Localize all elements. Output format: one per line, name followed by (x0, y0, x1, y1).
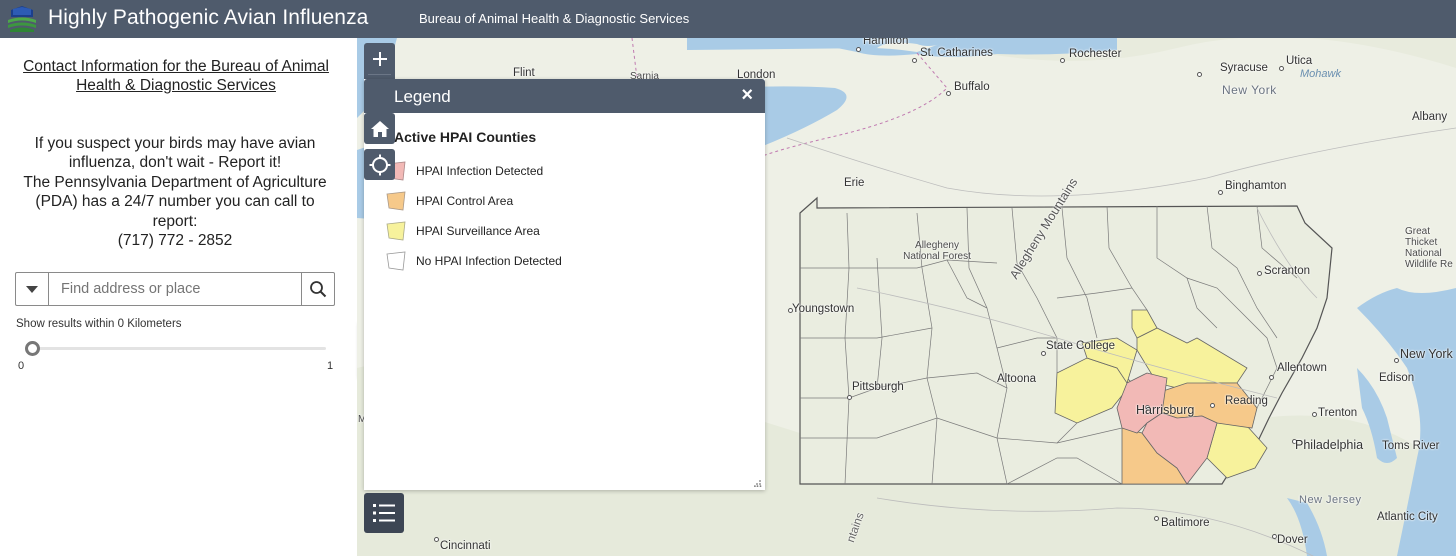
map-label-youngstown: Youngstown (792, 303, 855, 315)
search-input[interactable] (50, 273, 302, 305)
slider-max-label: 1 (327, 360, 334, 372)
report-instructions: If you suspect your birds may have avian… (14, 134, 336, 250)
city-dot (1269, 375, 1274, 380)
map-label-atlantic-city: Atlantic City (1377, 511, 1438, 523)
map-label-edison: Edison (1379, 372, 1415, 384)
map-label-altoona: Altoona (997, 373, 1037, 385)
search-radius-slider-handle[interactable] (25, 341, 40, 356)
legend-panel: Legend × Active HPAI Counties HPAI Infec… (364, 79, 765, 490)
search-icon (310, 281, 327, 298)
legend-item: HPAI Infection Detected (386, 160, 543, 182)
report-line-2: The Pennsylvania Department of Agricultu… (23, 173, 327, 230)
search-source-dropdown[interactable] (16, 273, 49, 305)
legend-header: Legend × (364, 79, 765, 113)
legend-label: HPAI Surveillance Area (416, 224, 540, 238)
app-subtitle: Bureau of Animal Health & Diagnostic Ser… (419, 11, 690, 26)
report-phone: (717) 772 - 2852 (117, 232, 233, 250)
contact-info-link[interactable]: Contact Information for the Bureau of An… (20, 57, 332, 95)
map-label-new-york-state: New York (1222, 83, 1277, 97)
map-label-allegheny-nf: Allegheny National Forest (903, 240, 971, 262)
search-widget (15, 272, 335, 306)
city-dot (1218, 190, 1223, 195)
list-icon (373, 504, 395, 522)
home-button[interactable] (364, 113, 395, 144)
map-label-hamilton: Hamilton (863, 38, 909, 47)
map-label-cincinnati: Cincinnati (440, 540, 491, 552)
city-dot (847, 395, 852, 400)
city-dot (434, 537, 439, 542)
map-label-st-catharines: St. Catharines (920, 47, 993, 59)
city-dot (1197, 72, 1202, 77)
map-label-reading: Reading (1225, 395, 1268, 407)
map-label-toms-river: Toms River (1382, 440, 1440, 452)
search-radius-slider-track[interactable] (28, 347, 326, 350)
legend-item: HPAI Surveillance Area (386, 220, 540, 242)
city-dot (856, 47, 861, 52)
map-label-harrisburg: Harrisburg (1136, 403, 1195, 417)
legend-toggle-button[interactable] (364, 493, 404, 533)
report-line-1: If you suspect your birds may have avian… (34, 135, 316, 172)
no-infection-swatch-icon (386, 251, 406, 271)
map-label-state-college: State College (1046, 340, 1116, 352)
map-label-allentown: Allentown (1277, 362, 1327, 374)
map-label-albany: Albany (1412, 111, 1448, 123)
map-label-buffalo: Buffalo (954, 81, 990, 93)
map-label-scranton: Scranton (1264, 265, 1311, 277)
map-label-utica: Utica (1286, 55, 1313, 67)
legend-item: No HPAI Infection Detected (386, 250, 562, 272)
legend-layer-title: Active HPAI Counties (394, 129, 537, 145)
control-swatch-icon (386, 191, 406, 211)
map-label-new-york-city: New York (1400, 347, 1453, 361)
resize-grip-icon[interactable] (754, 479, 762, 487)
zoom-in-button[interactable] (364, 43, 395, 74)
map-label-philadelphia: Philadelphia (1295, 438, 1364, 452)
map-label-dover: Dover (1277, 534, 1308, 546)
map-label-rochester: Rochester (1069, 48, 1122, 60)
map-label-trenton: Trenton (1318, 407, 1358, 419)
city-dot (946, 91, 951, 96)
map-label-new-jersey: New Jersey (1299, 494, 1362, 506)
map-label-syracuse: Syracuse (1220, 62, 1268, 74)
city-dot (912, 58, 917, 63)
city-dot (1210, 403, 1215, 408)
map-label-pittsburgh: Pittsburgh (852, 381, 904, 393)
legend-label: HPAI Infection Detected (416, 164, 544, 178)
locate-button[interactable] (364, 149, 395, 180)
legend-item: HPAI Control Area (386, 190, 513, 212)
map-label-flint: Flint (513, 67, 535, 79)
city-dot (1279, 66, 1284, 71)
app-title: Highly Pathogenic Avian Influenza (48, 6, 369, 29)
city-dot (1394, 358, 1399, 363)
map-label-great-thicket: Great Thicket National Wildlife Re (1405, 226, 1453, 270)
map-label-binghamton: Binghamton (1225, 180, 1287, 192)
sidebar: Contact Information for the Bureau of An… (0, 38, 357, 556)
pa-agriculture-logo-icon (8, 6, 36, 32)
surveillance-swatch-icon (386, 221, 406, 241)
city-dot (1154, 516, 1159, 521)
city-dot (1312, 412, 1317, 417)
city-dot (1257, 271, 1262, 276)
caret-down-icon (26, 285, 38, 293)
search-radius-label: Show results within 0 Kilometers (16, 318, 182, 330)
home-icon (370, 120, 389, 137)
map-label-baltimore: Baltimore (1161, 517, 1210, 529)
map-label-mohawk: Mohawk (1300, 68, 1341, 80)
search-button[interactable] (301, 273, 334, 305)
legend-title: Legend (394, 87, 451, 106)
plus-icon (372, 51, 387, 66)
app-header: Highly Pathogenic Avian Influenza Bureau… (0, 0, 1456, 38)
legend-close-button[interactable]: × (741, 85, 753, 105)
crosshair-locate-icon (369, 154, 390, 175)
city-dot (1060, 58, 1065, 63)
legend-label: No HPAI Infection Detected (416, 254, 562, 268)
slider-min-label: 0 (18, 360, 25, 372)
legend-label: HPAI Control Area (416, 194, 514, 208)
map-label-erie: Erie (844, 177, 865, 189)
